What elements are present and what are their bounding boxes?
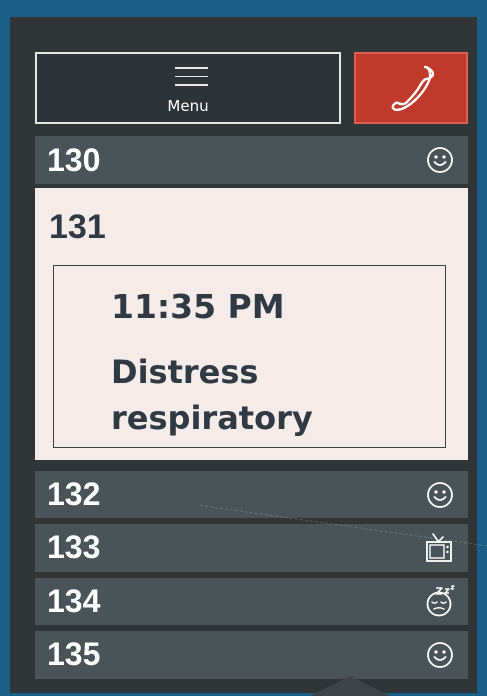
room-number: 135	[47, 636, 101, 672]
smiley-icon	[427, 481, 453, 508]
room-row-132[interactable]: 132	[35, 471, 468, 518]
call-button[interactable]	[354, 52, 468, 124]
room-row-135[interactable]: 135	[35, 631, 468, 679]
background-shape	[310, 676, 390, 696]
room-number: 134	[47, 583, 101, 619]
alert-box: 11:35 PM Distress respiratory	[53, 265, 446, 448]
alert-message: Distress respiratory	[111, 353, 313, 437]
room-number: 132	[47, 476, 101, 512]
smiley-icon	[427, 147, 453, 173]
smiley-icon	[427, 642, 453, 668]
menu-button[interactable]: Menu	[35, 52, 341, 124]
room-number: 130	[47, 142, 101, 178]
room-number: 131	[49, 208, 106, 246]
room-card-131-expanded[interactable]: 131 11:35 PM Distress respiratory	[35, 188, 468, 460]
room-row-134[interactable]: 134	[35, 578, 468, 625]
phone-icon	[391, 65, 435, 112]
room-row-133[interactable]: 133	[35, 524, 468, 572]
alert-time: 11:35 PM	[111, 287, 285, 326]
sleeping-face-icon	[426, 584, 455, 616]
room-row-130[interactable]: 130	[35, 136, 468, 184]
menu-label: Menu	[167, 97, 209, 115]
hamburger-icon	[175, 67, 208, 87]
room-number: 133	[47, 529, 101, 565]
